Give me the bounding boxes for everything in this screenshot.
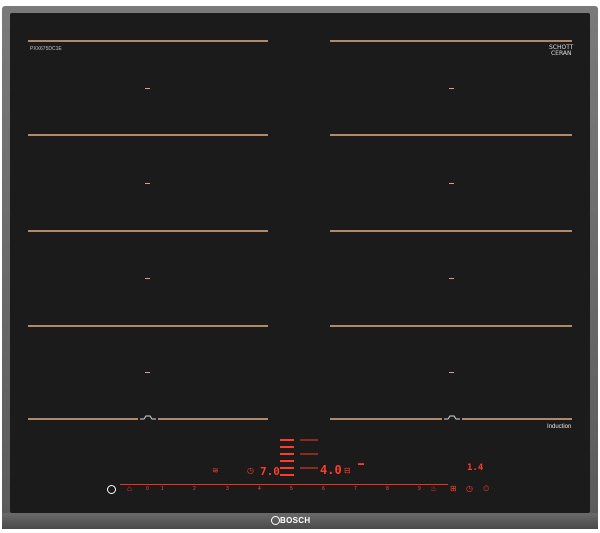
level-bar-dim	[300, 453, 318, 455]
zone-line-left-5a	[28, 418, 138, 420]
pan-icon[interactable]: ♨	[430, 485, 437, 493]
left-zone-display: 7.0	[260, 465, 280, 478]
slider-6[interactable]: 6	[322, 486, 325, 492]
slider-7[interactable]: 7	[354, 486, 357, 492]
ceramic-glass-surface	[10, 13, 590, 513]
wipe-icon[interactable]: ▬	[358, 460, 364, 468]
flex-zone-left-icon	[140, 415, 156, 420]
slider-3[interactable]: 3	[226, 486, 229, 492]
zone-line-right-1	[330, 40, 572, 42]
zone-line-right-3	[330, 230, 572, 232]
slider-9[interactable]: 9	[418, 486, 421, 492]
zone-line-left-5b	[158, 418, 268, 420]
level-bar	[280, 439, 294, 441]
center-zone-display: 4.0	[320, 463, 342, 477]
slider-8[interactable]: 8	[386, 486, 389, 492]
brand-line-2: CERAN	[550, 50, 572, 57]
zone-mark-left-2	[145, 183, 150, 184]
zone-line-right-2	[330, 134, 572, 136]
level-bar	[280, 453, 294, 455]
slider-1[interactable]: 1	[161, 486, 164, 492]
zone-line-left-4	[28, 325, 268, 327]
timer-icon[interactable]: ◷	[247, 467, 254, 475]
zone-line-right-4	[330, 325, 572, 327]
clock-icon[interactable]: ⏲	[483, 485, 489, 493]
level-bar-dim	[300, 467, 318, 469]
level-bar	[280, 460, 294, 462]
induction-label: Induction	[547, 424, 572, 430]
level-bar	[280, 446, 294, 448]
power-icon[interactable]	[107, 485, 116, 494]
zone-mark-right-1	[449, 88, 454, 89]
model-number: PXX675DC1E	[30, 46, 62, 52]
slider-0[interactable]: 0	[146, 486, 149, 492]
level-bar	[280, 467, 294, 469]
zone-mark-right-3	[449, 278, 454, 279]
slider-5[interactable]: 5	[290, 486, 293, 492]
level-bar-dim	[300, 439, 318, 441]
slider-2[interactable]: 2	[193, 486, 196, 492]
wipe-icon[interactable]: ⊞	[450, 485, 457, 493]
zone-line-left-2	[28, 134, 268, 136]
power-slider[interactable]	[120, 484, 448, 485]
bosch-logo-text: BOSCH	[280, 516, 311, 525]
zone-mark-left-4	[145, 372, 150, 373]
zone-mark-right-2	[449, 183, 454, 184]
flex-zone-right-icon	[444, 415, 460, 420]
right-zone-display: 1.4	[467, 463, 484, 473]
fry-icon[interactable]: ≋	[212, 467, 219, 475]
zone-mark-left-3	[145, 278, 150, 279]
bosch-logo-icon	[271, 516, 280, 525]
zone-line-right-5a	[330, 418, 442, 420]
zone-mark-left-1	[145, 88, 150, 89]
timer-icon[interactable]: ◷	[466, 485, 473, 493]
zone-line-right-5b	[462, 418, 572, 420]
child-lock-icon[interactable]: ⌂	[127, 485, 132, 493]
pan-icon[interactable]: ⊟	[344, 467, 351, 475]
slider-4[interactable]: 4	[258, 486, 261, 492]
zone-line-left-1	[28, 40, 268, 42]
zone-line-left-3	[28, 230, 268, 232]
level-bar	[280, 474, 294, 476]
zone-mark-right-4	[449, 372, 454, 373]
schott-ceran-logo: SCHOTT CERAN	[549, 45, 573, 57]
